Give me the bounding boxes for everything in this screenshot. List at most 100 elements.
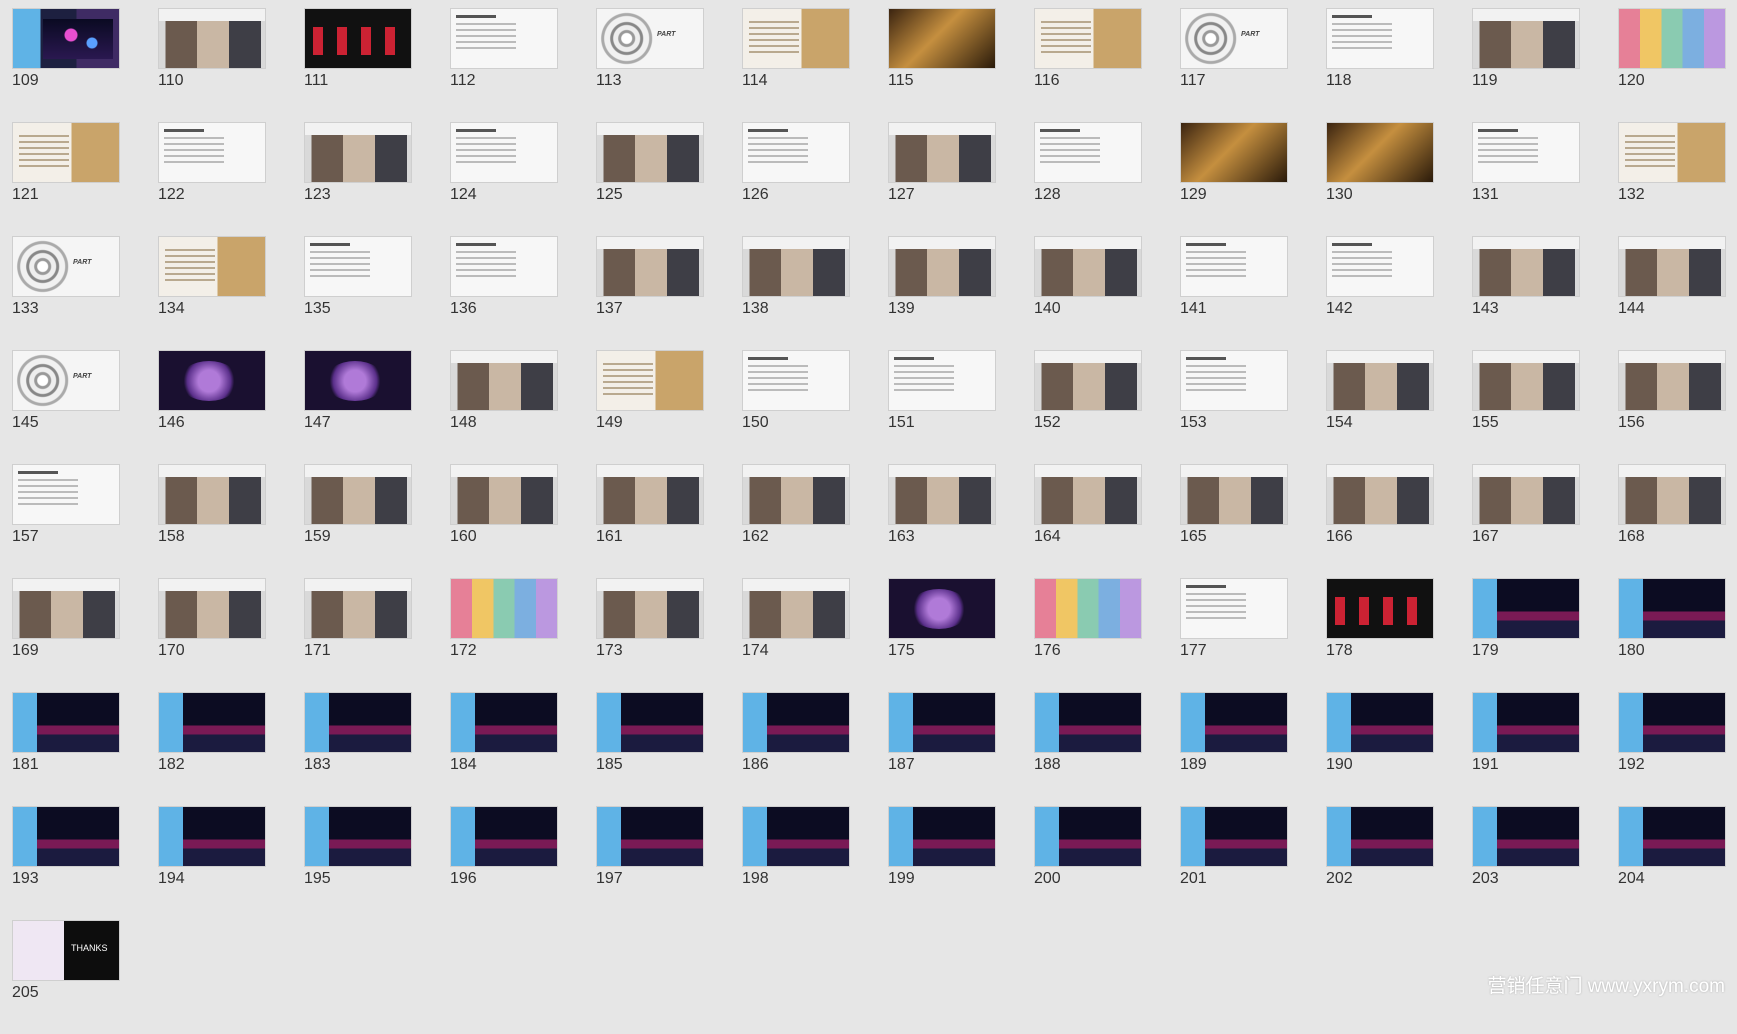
slide-thumbnail-cell[interactable]: 166 — [1326, 464, 1472, 578]
slide-thumbnail-cell[interactable]: 136 — [450, 236, 596, 350]
slide-thumbnail[interactable] — [450, 806, 558, 867]
slide-thumbnail-cell[interactable]: 142 — [1326, 236, 1472, 350]
slide-thumbnail[interactable] — [12, 8, 120, 69]
slide-thumbnail[interactable] — [742, 236, 850, 297]
slide-thumbnail-cell[interactable]: 151 — [888, 350, 1034, 464]
slide-thumbnail[interactable] — [1180, 350, 1288, 411]
slide-thumbnail[interactable] — [158, 806, 266, 867]
slide-thumbnail-cell[interactable]: 202 — [1326, 806, 1472, 920]
slide-thumbnail[interactable] — [450, 350, 558, 411]
slide-thumbnail-cell[interactable]: 114 — [742, 8, 888, 122]
slide-thumbnail-cell[interactable]: 173 — [596, 578, 742, 692]
slide-thumbnail[interactable] — [596, 236, 704, 297]
slide-thumbnail-cell[interactable]: 127 — [888, 122, 1034, 236]
slide-thumbnail[interactable] — [12, 578, 120, 639]
slide-thumbnail-cell[interactable]: 110 — [158, 8, 304, 122]
slide-thumbnail[interactable] — [450, 8, 558, 69]
slide-thumbnail[interactable] — [1180, 122, 1288, 183]
slide-thumbnail[interactable] — [12, 806, 120, 867]
slide-thumbnail-cell[interactable]: 124 — [450, 122, 596, 236]
slide-thumbnail[interactable] — [1180, 692, 1288, 753]
slide-thumbnail-cell[interactable]: 190 — [1326, 692, 1472, 806]
slide-thumbnail[interactable] — [1034, 464, 1142, 525]
slide-thumbnail-cell[interactable]: 135 — [304, 236, 450, 350]
slide-thumbnail-cell[interactable]: 165 — [1180, 464, 1326, 578]
slide-thumbnail[interactable] — [450, 692, 558, 753]
slide-thumbnail[interactable] — [304, 578, 412, 639]
slide-thumbnail[interactable] — [742, 578, 850, 639]
slide-thumbnail[interactable] — [1034, 806, 1142, 867]
slide-thumbnail[interactable] — [888, 464, 996, 525]
slide-thumbnail[interactable] — [1326, 236, 1434, 297]
slide-thumbnail-cell[interactable]: 178 — [1326, 578, 1472, 692]
slide-thumbnail[interactable] — [1326, 8, 1434, 69]
slide-thumbnail[interactable] — [304, 692, 412, 753]
slide-thumbnail-cell[interactable]: 160 — [450, 464, 596, 578]
slide-thumbnail-cell[interactable]: 193 — [12, 806, 158, 920]
slide-thumbnail[interactable] — [1180, 8, 1288, 69]
slide-thumbnail[interactable] — [158, 692, 266, 753]
slide-thumbnail-cell[interactable]: 115 — [888, 8, 1034, 122]
slide-thumbnail[interactable] — [304, 122, 412, 183]
slide-thumbnail-cell[interactable]: 150 — [742, 350, 888, 464]
slide-thumbnail-cell[interactable]: 149 — [596, 350, 742, 464]
slide-thumbnail-cell[interactable]: 144 — [1618, 236, 1737, 350]
slide-thumbnail-cell[interactable]: 157 — [12, 464, 158, 578]
slide-thumbnail[interactable] — [1034, 8, 1142, 69]
slide-thumbnail-cell[interactable]: 154 — [1326, 350, 1472, 464]
slide-thumbnail[interactable] — [1326, 350, 1434, 411]
slide-thumbnail[interactable] — [1618, 806, 1726, 867]
slide-thumbnail-cell[interactable]: 152 — [1034, 350, 1180, 464]
slide-thumbnail-cell[interactable]: 139 — [888, 236, 1034, 350]
slide-thumbnail-cell[interactable]: 120 — [1618, 8, 1737, 122]
slide-thumbnail[interactable] — [304, 350, 412, 411]
slide-thumbnail-cell[interactable]: 143 — [1472, 236, 1618, 350]
slide-thumbnail[interactable] — [1472, 578, 1580, 639]
slide-thumbnail[interactable] — [1180, 806, 1288, 867]
slide-thumbnail-cell[interactable]: 185 — [596, 692, 742, 806]
slide-thumbnail[interactable] — [1034, 692, 1142, 753]
slide-thumbnail[interactable] — [1180, 236, 1288, 297]
slide-thumbnail-cell[interactable]: 205 — [12, 920, 158, 1034]
slide-thumbnail-cell[interactable]: 167 — [1472, 464, 1618, 578]
slide-thumbnail[interactable] — [450, 464, 558, 525]
slide-thumbnail-cell[interactable]: 118 — [1326, 8, 1472, 122]
slide-thumbnail-cell[interactable]: 128 — [1034, 122, 1180, 236]
slide-thumbnail-cell[interactable]: 147 — [304, 350, 450, 464]
slide-thumbnail-cell[interactable]: 175 — [888, 578, 1034, 692]
slide-thumbnail-cell[interactable]: 155 — [1472, 350, 1618, 464]
slide-thumbnail-cell[interactable]: 126 — [742, 122, 888, 236]
slide-thumbnail[interactable] — [596, 464, 704, 525]
slide-thumbnail-cell[interactable]: 189 — [1180, 692, 1326, 806]
slide-thumbnail[interactable] — [888, 578, 996, 639]
slide-thumbnail-cell[interactable]: 140 — [1034, 236, 1180, 350]
slide-thumbnail[interactable] — [1326, 578, 1434, 639]
slide-thumbnail-cell[interactable]: 200 — [1034, 806, 1180, 920]
slide-thumbnail[interactable] — [12, 236, 120, 297]
slide-thumbnail[interactable] — [742, 8, 850, 69]
slide-thumbnail[interactable] — [888, 692, 996, 753]
slide-thumbnail[interactable] — [1618, 692, 1726, 753]
slide-thumbnail[interactable] — [158, 8, 266, 69]
slide-thumbnail-cell[interactable]: 203 — [1472, 806, 1618, 920]
slide-thumbnail[interactable] — [158, 122, 266, 183]
slide-thumbnail-cell[interactable]: 197 — [596, 806, 742, 920]
slide-thumbnail-cell[interactable]: 184 — [450, 692, 596, 806]
slide-thumbnail-cell[interactable]: 191 — [1472, 692, 1618, 806]
slide-thumbnail[interactable] — [1618, 464, 1726, 525]
slide-thumbnail-cell[interactable]: 187 — [888, 692, 1034, 806]
slide-thumbnail[interactable] — [742, 350, 850, 411]
slide-thumbnail-cell[interactable]: 181 — [12, 692, 158, 806]
slide-thumbnail[interactable] — [158, 464, 266, 525]
slide-thumbnail-cell[interactable]: 172 — [450, 578, 596, 692]
slide-thumbnail-cell[interactable]: 119 — [1472, 8, 1618, 122]
slide-thumbnail-cell[interactable]: 146 — [158, 350, 304, 464]
slide-thumbnail[interactable] — [1472, 8, 1580, 69]
slide-thumbnail-cell[interactable]: 141 — [1180, 236, 1326, 350]
slide-thumbnail[interactable] — [742, 806, 850, 867]
slide-thumbnail-cell[interactable]: 171 — [304, 578, 450, 692]
slide-thumbnail[interactable] — [1034, 122, 1142, 183]
slide-thumbnail-cell[interactable]: 176 — [1034, 578, 1180, 692]
slide-thumbnail-cell[interactable]: 174 — [742, 578, 888, 692]
slide-thumbnail[interactable] — [158, 350, 266, 411]
